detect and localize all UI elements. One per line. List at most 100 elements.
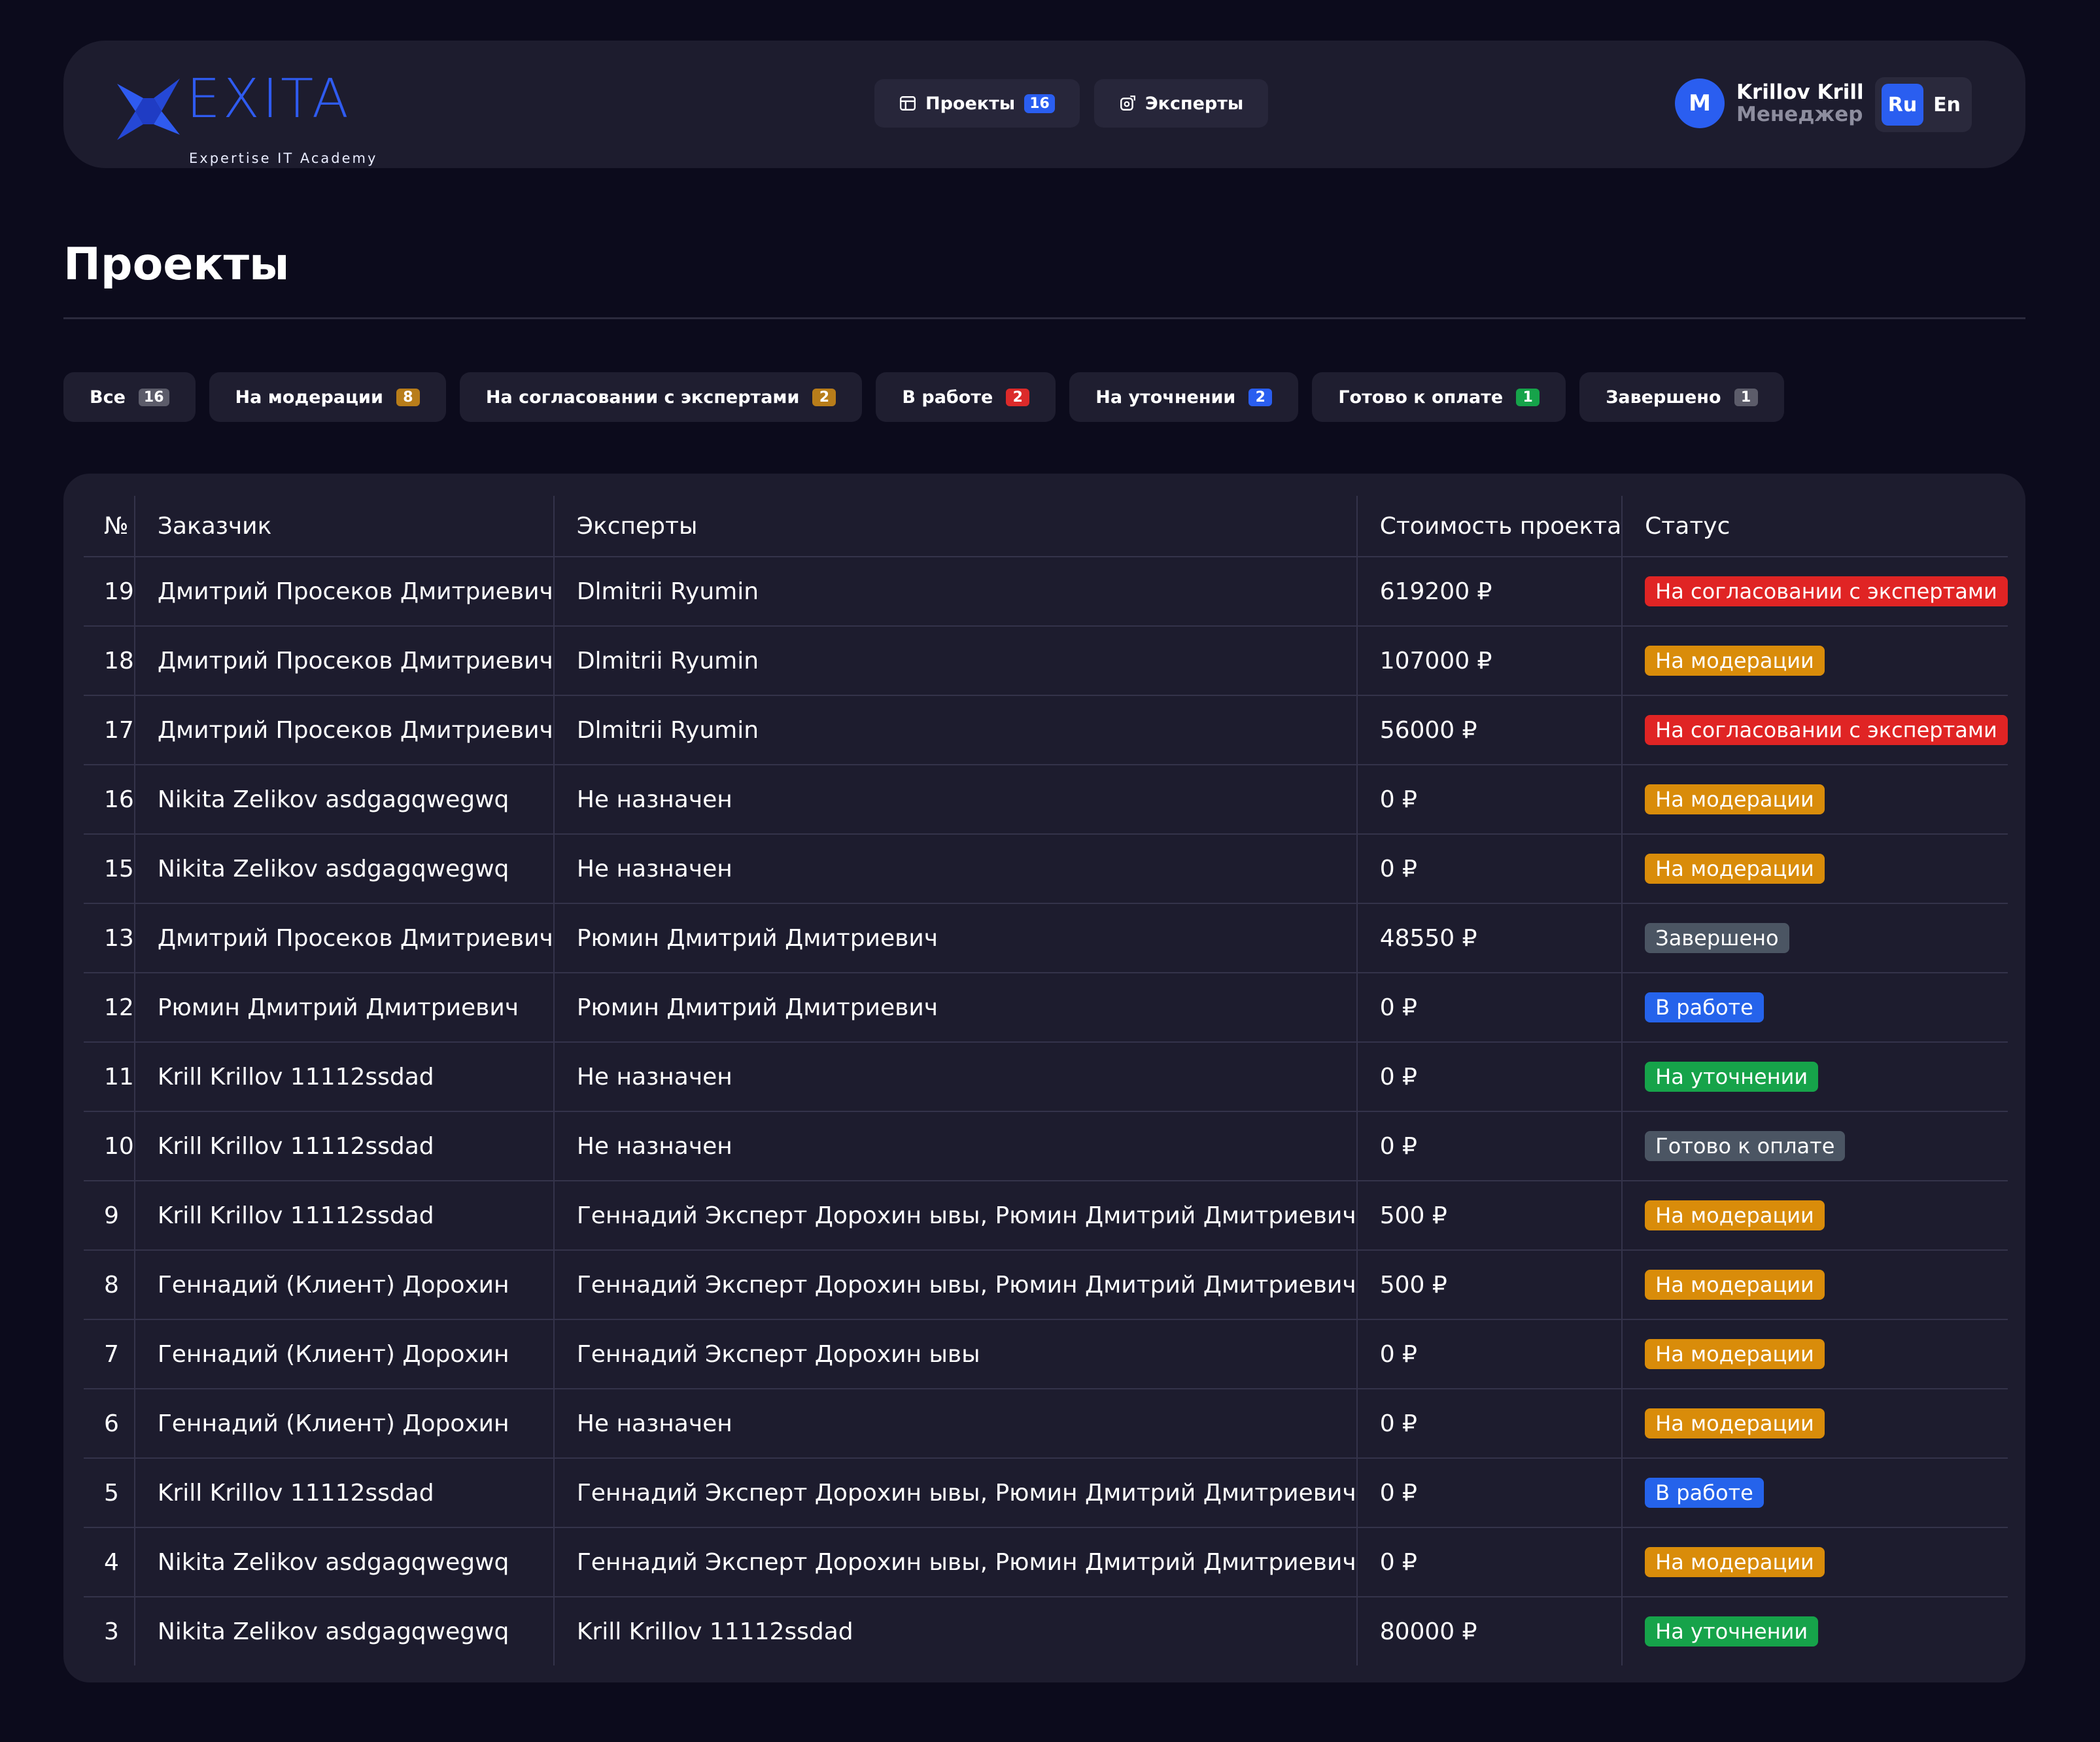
status-badge: На модерации <box>1645 646 1825 676</box>
lang-en-button[interactable]: En <box>1927 84 1967 126</box>
cell-number: 16 <box>84 765 135 835</box>
status-badge: На уточнении <box>1645 1062 1819 1092</box>
table-row[interactable]: 11 Krill Krillov 11112ssdad Не назначен 0 ₽… <box>84 1042 2008 1112</box>
cell-cost: 0 ₽ <box>1356 1458 1623 1528</box>
table-row[interactable]: 12 Рюмин Дмитрий Дмитриевич Рюмин Дмитрий … <box>84 973 2008 1043</box>
cell-experts: Рюмин Дмитрий Дмитриевич <box>553 903 1357 973</box>
table-row[interactable]: 3 Nikita Zelikov asdgagqwegwq Krill Krillo… <box>84 1597 2008 1665</box>
cell-number: 3 <box>104 1618 119 1645</box>
cell-cost: 0 ₽ <box>1356 834 1623 904</box>
cell-status: На согласовании с экспертами <box>1621 695 2008 765</box>
table-row[interactable]: 6 Геннадий (Клиент) Дорохин Не назначен 0 ₽… <box>84 1389 2008 1459</box>
filter-label: На модерации <box>235 387 383 408</box>
table-row[interactable]: 17 Дмитрий Просеков Дмитриевич Dlmitrii Ry… <box>84 695 2008 765</box>
table-row[interactable]: 13 Дмитрий Просеков Дмитриевич Рюмин Дмитр… <box>84 903 2008 973</box>
status-badge: Готово к оплате <box>1645 1131 1846 1161</box>
cell-status: На модерации <box>1621 1319 2008 1389</box>
status-badge: На модерации <box>1645 1547 1825 1577</box>
cell-cost: 0 ₽ <box>1356 1319 1623 1389</box>
page-title: Проекты <box>63 239 290 290</box>
cell-experts: Dlmitrii Ryumin <box>553 626 1357 696</box>
cell-status: На согласовании с экспертами <box>1621 557 2008 627</box>
nav-projects-button[interactable]: Проекты 16 <box>874 79 1080 128</box>
column-header-status[interactable]: Статус <box>1621 496 2008 557</box>
filter-count-badge: 1 <box>1734 388 1758 406</box>
avatar: M <box>1675 78 1725 128</box>
filter-count-badge: 2 <box>1248 388 1273 406</box>
column-header-experts[interactable]: Эксперты <box>553 496 1357 557</box>
status-badge: На модерации <box>1645 1270 1825 1300</box>
filter-label: В работе <box>902 387 993 408</box>
cell-client: Геннадий (Клиент) Дорохин <box>133 1389 554 1459</box>
cell-number: 15 <box>84 834 135 904</box>
cell-client: Nikita Zelikov asdgagqwegwq <box>133 765 554 835</box>
top-header: EXITA Expertise IT Academy Проекты 16 Эк… <box>63 41 2025 168</box>
logo[interactable]: EXITA Expertise IT Academy <box>116 68 390 166</box>
cell-experts: Не назначен <box>553 1389 1357 1459</box>
cell-client: Дмитрий Просеков Дмитриевич <box>133 903 554 973</box>
cell-cost: 0 ₽ <box>1356 1042 1623 1112</box>
status-badge: На согласовании с экспертами <box>1645 715 2008 745</box>
cell-number: 11 <box>84 1042 135 1112</box>
column-header-cost[interactable]: Стоимость проекта <box>1356 496 1623 557</box>
projects-table-card: № Заказчик Эксперты Стоимость проекта Ст… <box>63 474 2025 1682</box>
filter-expert-approval[interactable]: На согласовании с экспертами 2 <box>459 372 863 422</box>
cell-cost: 0 ₽ <box>1356 1389 1623 1459</box>
cell-status: На модерации <box>1621 765 2008 835</box>
status-badge: На модерации <box>1645 854 1825 884</box>
cell-cost: 619200 ₽ <box>1356 557 1623 627</box>
logo-mark-icon <box>117 78 180 140</box>
table-row[interactable]: 15 Nikita Zelikov asdgagqwegwq Не назначен… <box>84 834 2008 904</box>
status-filters: Все 16 На модерации 8 На согласовании с … <box>63 372 1784 422</box>
cell-experts: Krill Krillov 11112ssdad <box>553 1597 1357 1665</box>
cell-experts: Геннадий Эксперт Дорохин ывы, Рюмин Дмит… <box>553 1527 1357 1597</box>
cell-cost: 48550 ₽ <box>1356 903 1623 973</box>
table-row[interactable]: 5 Krill Krillov 11112ssdad Геннадий Экспер… <box>84 1458 2008 1528</box>
status-badge: В работе <box>1645 1478 1764 1508</box>
filter-clarification[interactable]: На уточнении 2 <box>1069 372 1299 422</box>
table-row[interactable]: 19 Дмитрий Просеков Дмитриевич Dlmitrii Ry… <box>84 557 2008 627</box>
cell-experts: Не назначен <box>553 834 1357 904</box>
filter-completed[interactable]: Завершено 1 <box>1579 372 1784 422</box>
cell-number: 6 <box>84 1389 135 1459</box>
cell-number: 19 <box>84 557 135 627</box>
status-badge: В работе <box>1645 992 1764 1022</box>
cell-client: Krill Krillov 11112ssdad <box>133 1042 554 1112</box>
nav-experts-button[interactable]: Эксперты <box>1093 79 1269 128</box>
filter-ready-to-pay[interactable]: Готово к оплате 1 <box>1312 372 1566 422</box>
filter-moderation[interactable]: На модерации 8 <box>209 372 446 422</box>
table-row[interactable]: 9 Krill Krillov 11112ssdad Геннадий Экспер… <box>84 1181 2008 1251</box>
table-row[interactable]: 4 Nikita Zelikov asdgagqwegwq Геннадий Экс… <box>84 1527 2008 1597</box>
cell-experts: Не назначен <box>553 1111 1357 1181</box>
cell-experts: Не назначен <box>553 765 1357 835</box>
cell-number: 7 <box>84 1319 135 1389</box>
user-profile[interactable]: M Krillov Krill Менеджер <box>1675 78 1864 128</box>
table-row[interactable]: 7 Геннадий (Клиент) Дорохин Геннадий Экспе… <box>84 1319 2008 1389</box>
lang-ru-button[interactable]: Ru <box>1882 84 1923 126</box>
cell-experts: Не назначен <box>553 1042 1357 1112</box>
cell-status: На модерации <box>1621 1181 2008 1251</box>
table-row[interactable]: 10 Krill Krillov 11112ssdad Не назначен 0 ₽… <box>84 1111 2008 1181</box>
nav-experts-label: Эксперты <box>1145 93 1244 114</box>
table-row[interactable]: 18 Дмитрий Просеков Дмитриевич Dlmitrii Ry… <box>84 626 2008 696</box>
cell-cost: 107000 ₽ <box>1356 626 1623 696</box>
table-row[interactable]: 16 Nikita Zelikov asdgagqwegwq Не назначен… <box>84 765 2008 835</box>
logo-wordmark: EXITA <box>186 68 351 130</box>
status-badge: На модерации <box>1645 1408 1825 1438</box>
table-row[interactable]: 8 Геннадий (Клиент) Дорохин Геннадий Экспе… <box>84 1250 2008 1320</box>
filter-label: Все <box>90 387 126 408</box>
cell-status: На уточнении <box>1621 1042 2008 1112</box>
cell-number: 10 <box>84 1111 135 1181</box>
filter-all[interactable]: Все 16 <box>63 372 196 422</box>
cell-status: Готово к оплате <box>1621 1111 2008 1181</box>
filter-count-badge: 1 <box>1516 388 1540 406</box>
filter-label: Готово к оплате <box>1338 387 1504 408</box>
column-header-number[interactable]: № <box>84 496 135 557</box>
cell-cost: 0 ₽ <box>1356 765 1623 835</box>
cell-client: Nikita Zelikov asdgagqwegwq <box>133 1597 554 1665</box>
cell-cost: 0 ₽ <box>1356 973 1623 1043</box>
experts-icon <box>1120 96 1135 111</box>
filter-in-progress[interactable]: В работе 2 <box>876 372 1056 422</box>
column-header-client[interactable]: Заказчик <box>133 496 554 557</box>
cell-status: В работе <box>1621 1458 2008 1528</box>
